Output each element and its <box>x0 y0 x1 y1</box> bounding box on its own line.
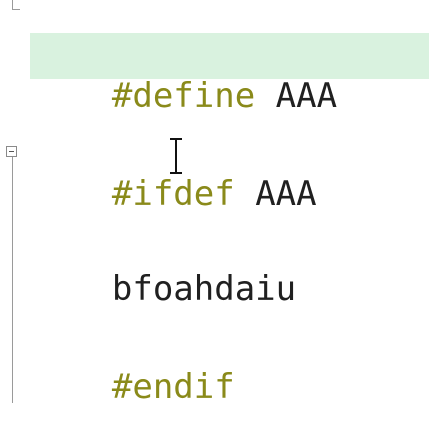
i-beam-cursor-icon <box>170 138 182 176</box>
collapse-minus-icon[interactable] <box>6 146 17 157</box>
fold-gutter <box>0 0 30 403</box>
code-editor[interactable]: #define AAA #ifdef AAA bfoahdaiu #endif <box>0 0 429 407</box>
directive-token: #define <box>111 76 256 116</box>
identifier-token: AAA <box>234 174 317 214</box>
identifier-token: AAA <box>255 76 338 116</box>
fold-guide-end <box>12 9 20 10</box>
identifier-token: bfoahdaiu <box>111 269 297 309</box>
directive-token: #ifdef <box>111 174 235 214</box>
directive-token: #endif <box>111 367 235 407</box>
code-line-endif[interactable]: #endif <box>30 327 235 447</box>
fold-guide-line <box>12 157 13 403</box>
